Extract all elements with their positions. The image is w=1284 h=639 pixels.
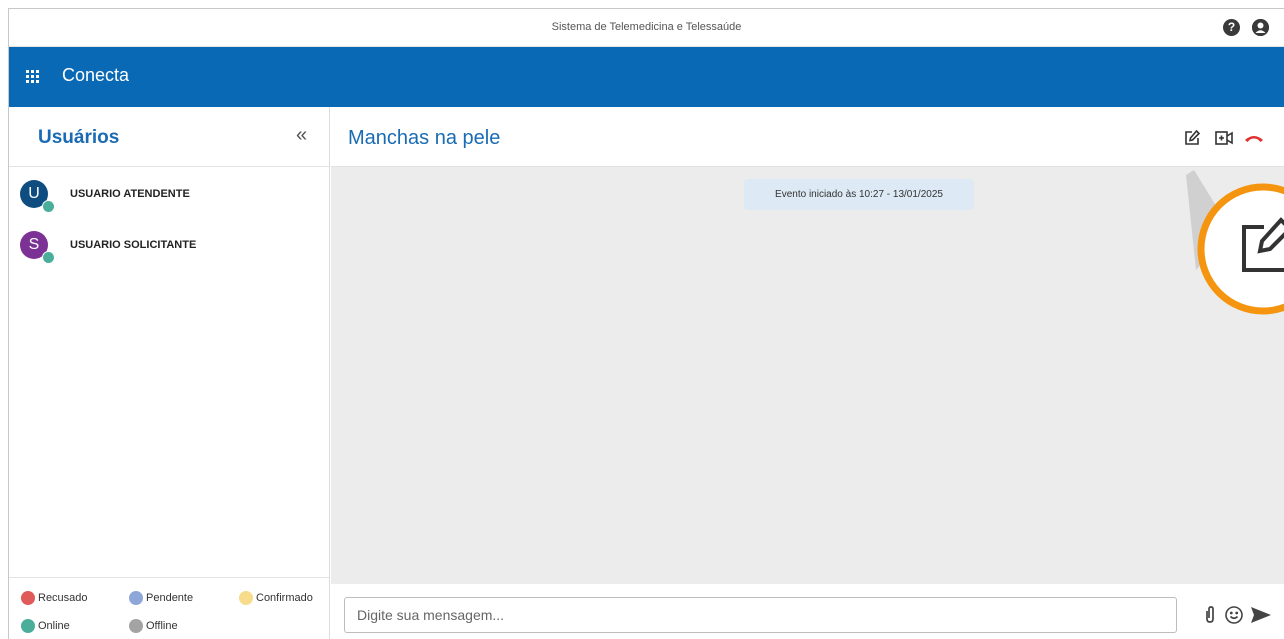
- app-window: Sistema de Telemedicina e Telessaúde ? C…: [8, 8, 1284, 639]
- legend-label: Confirmado: [256, 592, 313, 604]
- users-sidebar: Usuários « U USUARIO ATENDENTE S USUARIO…: [9, 107, 330, 639]
- emoji-icon[interactable]: [1223, 604, 1245, 626]
- edit-zoom-callout: [1186, 170, 1284, 315]
- app-name: Conecta: [62, 65, 130, 85]
- online-dot-icon: [21, 619, 35, 633]
- chat-header: Manchas na pele: [331, 107, 1284, 167]
- chat-title: Manchas na pele: [348, 127, 501, 149]
- message-area: Evento iniciado às 10:27 - 13/01/2025: [331, 167, 1284, 584]
- sidebar-header: Usuários «: [9, 107, 329, 167]
- user-item-solicitante[interactable]: S USUARIO SOLICITANTE: [20, 231, 320, 271]
- legend-label: Pendente: [146, 592, 194, 604]
- hangup-icon[interactable]: [1244, 129, 1264, 147]
- event-started-badge: Evento iniciado às 10:27 - 13/01/2025: [744, 179, 974, 210]
- offline-dot-icon: [129, 619, 143, 633]
- message-composer: [331, 584, 1284, 639]
- send-icon[interactable]: [1249, 604, 1271, 626]
- user-item-atendente[interactable]: U USUARIO ATENDENTE: [20, 180, 320, 220]
- attach-icon[interactable]: [1199, 604, 1221, 626]
- sidebar-title: Usuários: [38, 127, 120, 148]
- video-add-icon[interactable]: [1214, 129, 1234, 147]
- help-icon[interactable]: ?: [1223, 19, 1240, 36]
- window-title: Sistema de Telemedicina e Telessaúde: [551, 21, 742, 33]
- legend-label: Online: [38, 620, 70, 632]
- message-input[interactable]: [344, 597, 1177, 633]
- recusado-dot-icon: [21, 591, 35, 605]
- chat-panel: Manchas na pele Evento iniciado às 10:27…: [331, 107, 1284, 639]
- user-circle-icon[interactable]: [1252, 19, 1269, 36]
- collapse-icon[interactable]: «: [296, 124, 307, 147]
- legend-label: Recusado: [38, 592, 88, 604]
- legend-label: Offline: [146, 620, 178, 632]
- online-status-icon: [42, 251, 55, 264]
- app-header: Conecta: [9, 47, 1284, 107]
- apps-icon[interactable]: [26, 70, 39, 83]
- window-titlebar: Sistema de Telemedicina e Telessaúde ?: [9, 9, 1284, 47]
- pendente-dot-icon: [129, 591, 143, 605]
- user-name: USUARIO SOLICITANTE: [70, 239, 197, 251]
- edit-icon[interactable]: [1183, 129, 1203, 147]
- user-name: USUARIO ATENDENTE: [70, 188, 190, 200]
- confirmado-dot-icon: [239, 591, 253, 605]
- online-status-icon: [42, 200, 55, 213]
- status-legend: Recusado Pendente Confirmado Online Offl…: [9, 577, 329, 639]
